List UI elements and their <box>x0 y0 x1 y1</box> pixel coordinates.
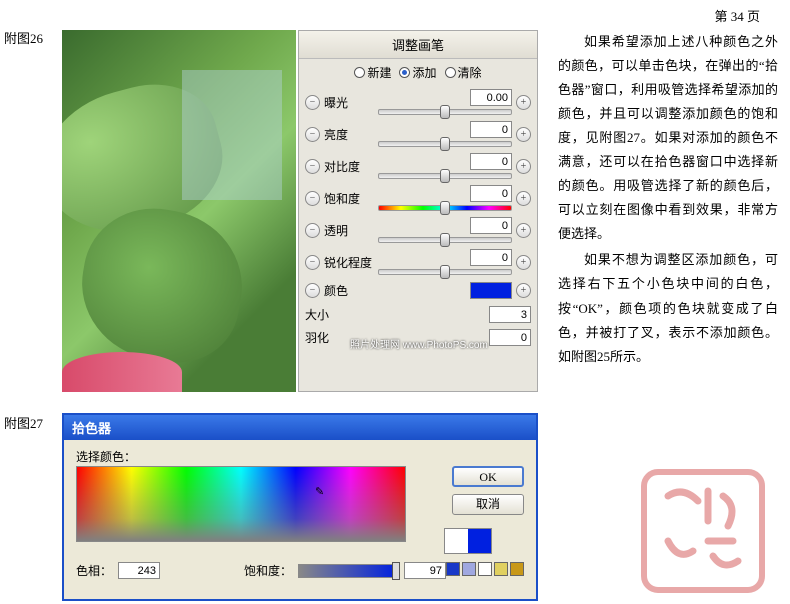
contrast-input[interactable] <box>470 153 512 170</box>
sat-input[interactable] <box>404 562 446 579</box>
sharpness-minus-button[interactable]: − <box>305 255 320 270</box>
saturation-label: 饱和度 <box>324 190 374 207</box>
color-label: 颜色 <box>324 282 374 299</box>
color-swatch[interactable] <box>470 282 512 299</box>
color-minus-button[interactable]: − <box>305 283 320 298</box>
cancel-button[interactable]: 取消 <box>452 494 524 515</box>
eyedropper-icon[interactable]: ✎ <box>315 485 324 498</box>
preset-swatches <box>446 562 524 576</box>
saturation-row: − 饱和度 + <box>299 182 537 214</box>
preset-swatch-1[interactable] <box>446 562 460 576</box>
brightness-plus-button[interactable]: + <box>516 127 531 142</box>
preset-swatch-4[interactable] <box>494 562 508 576</box>
hue-row: 色相： <box>76 562 160 579</box>
paragraph-1: 如果希望添加上述八种颜色之外的颜色，可以单击色块，在弹出的“拾色器”窗口，利用吸… <box>558 30 778 246</box>
size-label: 大小 <box>305 306 483 323</box>
exposure-slider[interactable] <box>378 109 512 115</box>
clarity-label: 透明 <box>324 222 374 239</box>
brightness-label: 亮度 <box>324 126 374 143</box>
ok-button[interactable]: OK <box>452 466 524 487</box>
exposure-input[interactable] <box>470 89 512 106</box>
exposure-label: 曝光 <box>324 94 374 111</box>
color-row: − 颜色 + <box>299 278 537 303</box>
saturation-slider[interactable] <box>378 205 512 211</box>
sample-photo <box>62 30 296 392</box>
brightness-slider[interactable] <box>378 141 512 147</box>
select-color-label: 选择颜色： <box>76 448 136 465</box>
contrast-label: 对比度 <box>324 158 374 175</box>
radio-clear-label: 清除 <box>458 64 482 81</box>
hue-input[interactable] <box>118 562 160 579</box>
body-text: 如果希望添加上述八种颜色之外的颜色，可以单击色块，在弹出的“拾色器”窗口，利用吸… <box>558 30 778 371</box>
contrast-slider[interactable] <box>378 173 512 179</box>
mode-radio-group: 新建 添加 清除 <box>299 59 537 86</box>
clarity-row: − 透明 + <box>299 214 537 246</box>
size-row: 大小 <box>299 303 537 326</box>
contrast-row: − 对比度 + <box>299 150 537 182</box>
preset-swatch-3[interactable] <box>478 562 492 576</box>
adjustment-overlay <box>182 70 282 200</box>
exposure-row: − 曝光 + <box>299 86 537 118</box>
sharpness-label: 锐化程度 <box>324 254 374 271</box>
radio-add[interactable]: 添加 <box>399 64 436 81</box>
sat-slider[interactable] <box>298 564 398 578</box>
exposure-plus-button[interactable]: + <box>516 95 531 110</box>
brightness-row: − 亮度 + <box>299 118 537 150</box>
color-gradient[interactable]: ✎ <box>76 466 406 542</box>
saturation-input[interactable] <box>470 185 512 202</box>
size-input[interactable] <box>489 306 531 323</box>
page-number: 第 34 页 <box>714 6 760 25</box>
radio-add-label: 添加 <box>412 64 436 81</box>
brightness-input[interactable] <box>470 121 512 138</box>
clarity-input[interactable] <box>470 217 512 234</box>
radio-new-label: 新建 <box>367 64 391 81</box>
color-result <box>444 528 492 554</box>
watermark: 照片处理网 www.PhotoPS.com <box>350 336 488 351</box>
clarity-slider[interactable] <box>378 237 512 243</box>
preset-swatch-2[interactable] <box>462 562 476 576</box>
sharpness-input[interactable] <box>470 249 512 266</box>
sat-label: 饱和度： <box>244 562 292 579</box>
clarity-plus-button[interactable]: + <box>516 223 531 238</box>
contrast-plus-button[interactable]: + <box>516 159 531 174</box>
saturation-minus-button[interactable]: − <box>305 191 320 206</box>
preset-swatch-5[interactable] <box>510 562 524 576</box>
color-picker-dialog: 拾色器 选择颜色： ✎ OK 取消 色相： 饱和度： <box>62 413 538 601</box>
radio-clear[interactable]: 清除 <box>445 64 482 81</box>
sat-row: 饱和度： <box>244 562 446 579</box>
picker-title: 拾色器 <box>64 415 536 440</box>
sharpness-row: − 锐化程度 + <box>299 246 537 278</box>
feather-input[interactable] <box>489 329 531 346</box>
caption-fig26: 附图26 <box>4 28 43 47</box>
clarity-minus-button[interactable]: − <box>305 223 320 238</box>
caption-fig27: 附图27 <box>4 413 43 432</box>
radio-new[interactable]: 新建 <box>354 64 391 81</box>
color-plus-button[interactable]: + <box>516 283 531 298</box>
panel-title: 调整画笔 <box>299 31 537 59</box>
brightness-minus-button[interactable]: − <box>305 127 320 142</box>
sharpness-plus-button[interactable]: + <box>516 255 531 270</box>
seal-stamp <box>638 466 768 596</box>
contrast-minus-button[interactable]: − <box>305 159 320 174</box>
sharpness-slider[interactable] <box>378 269 512 275</box>
exposure-minus-button[interactable]: − <box>305 95 320 110</box>
paragraph-2: 如果不想为调整区添加颜色，可选择右下五个小色块中间的白色，按“OK”，颜色项的色… <box>558 248 778 368</box>
saturation-plus-button[interactable]: + <box>516 191 531 206</box>
hue-label: 色相： <box>76 562 112 579</box>
